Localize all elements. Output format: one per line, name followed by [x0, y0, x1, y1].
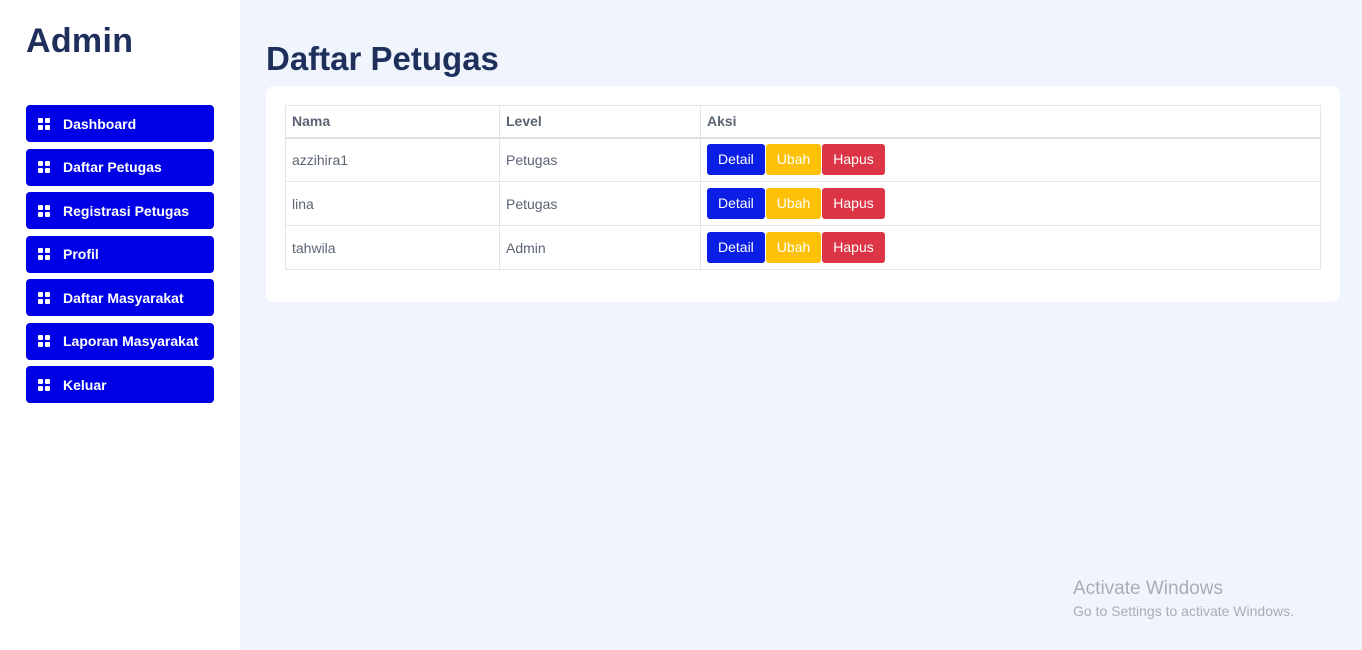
brand-title: Admin [26, 22, 134, 60]
hapus-button[interactable]: Hapus [822, 188, 885, 219]
sidebar-item-registrasi-petugas[interactable]: Registrasi Petugas [26, 192, 214, 229]
sidebar-item-label: Laporan Masyarakat [63, 333, 199, 349]
sidebar-item-label: Daftar Masyarakat [63, 289, 184, 306]
cell-aksi: Detail Ubah Hapus [700, 225, 1321, 270]
sidebar-item-keluar[interactable]: Keluar [26, 366, 214, 403]
cell-nama: tahwila [285, 225, 500, 270]
main-content: Daftar Petugas Nama Level Aksi azzihira1… [240, 0, 1362, 650]
sidebar-item-profil[interactable]: Profil [26, 235, 214, 273]
page-title: Daftar Petugas [266, 40, 499, 77]
watermark-subtitle: Go to Settings to activate Windows. [1073, 603, 1294, 619]
cell-aksi: Detail Ubah Hapus [700, 137, 1321, 182]
table-row: azzihira1 Petugas Detail Ubah Hapus [285, 137, 1321, 182]
grid-icon [38, 161, 50, 173]
column-header-level: Level [499, 105, 701, 139]
column-header-aksi: Aksi [700, 105, 1321, 139]
sidebar-item-label: Daftar Petugas [63, 159, 162, 175]
hapus-button[interactable]: Hapus [822, 232, 885, 263]
sidebar-item-label: Profil [63, 246, 99, 262]
detail-button[interactable]: Detail [707, 232, 765, 263]
watermark-title: Activate Windows [1073, 578, 1223, 599]
sidebar-item-laporan-masyarakat[interactable]: Laporan Masyarakat [26, 322, 214, 360]
sidebar-item-dashboard[interactable]: Dashboard [26, 105, 214, 142]
table-row: lina Petugas Detail Ubah Hapus [285, 181, 1321, 226]
detail-button[interactable]: Detail [707, 144, 765, 176]
ubah-button[interactable]: Ubah [765, 188, 822, 219]
hapus-button[interactable]: Hapus [822, 144, 885, 176]
sidebar: Admin Dashboard Daftar Petugas Registras… [0, 0, 240, 650]
sidebar-item-label: Registrasi Petugas [63, 202, 190, 219]
activate-windows-watermark: Activate Windows Go to Settings to activ… [1073, 578, 1294, 619]
cell-level: Petugas [499, 137, 701, 182]
grid-icon [38, 335, 50, 347]
grid-icon [38, 248, 50, 260]
grid-icon [38, 291, 50, 304]
grid-icon [38, 117, 50, 130]
table-card: Nama Level Aksi azzihira1 Petugas Detail… [266, 86, 1340, 302]
cell-nama: azzihira1 [285, 137, 500, 182]
column-header-nama: Nama [285, 105, 500, 139]
sidebar-item-label: Keluar [63, 376, 107, 393]
detail-button[interactable]: Detail [707, 188, 765, 219]
table-row: tahwila Admin Detail Ubah Hapus [285, 225, 1321, 270]
sidebar-nav: Dashboard Daftar Petugas Registrasi Petu… [26, 105, 214, 410]
cell-aksi: Detail Ubah Hapus [700, 181, 1321, 226]
cell-level: Petugas [499, 181, 701, 226]
petugas-table: Nama Level Aksi azzihira1 Petugas Detail… [285, 105, 1321, 270]
sidebar-item-daftar-petugas[interactable]: Daftar Petugas [26, 148, 214, 186]
cell-level: Admin [499, 225, 701, 270]
sidebar-item-label: Dashboard [63, 115, 137, 132]
sidebar-item-daftar-masyarakat[interactable]: Daftar Masyarakat [26, 279, 214, 316]
grid-icon [38, 204, 50, 217]
ubah-button[interactable]: Ubah [765, 144, 822, 176]
cell-nama: lina [285, 181, 500, 226]
table-header-row: Nama Level Aksi [285, 105, 1321, 139]
ubah-button[interactable]: Ubah [765, 232, 822, 263]
grid-icon [38, 378, 50, 391]
